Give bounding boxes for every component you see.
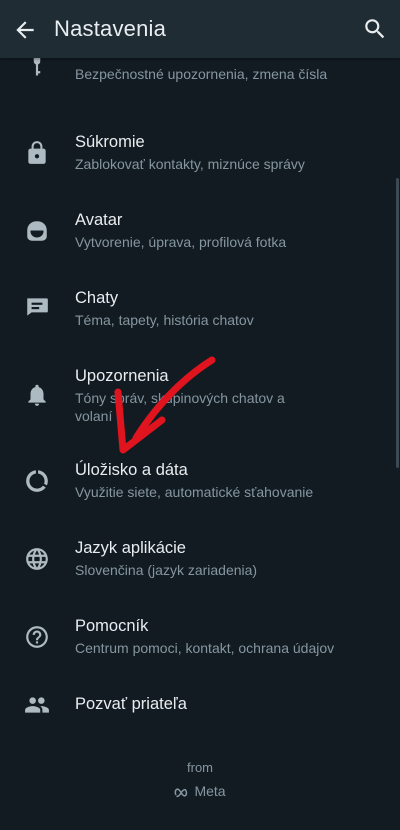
key-icon	[33, 56, 41, 76]
settings-item-subtitle: Centrum pomoci, kontakt, ochrana údajov	[75, 640, 335, 656]
meta-brand-text: Meta	[194, 783, 226, 799]
settings-item-subtitle: Vytvorenie, úprava, profilová fotka	[75, 234, 287, 250]
globe-icon	[26, 548, 48, 570]
settings-item-subtitle: Téma, tapety, história chatov	[75, 312, 254, 328]
meta-logo: Meta	[0, 783, 400, 799]
settings-item-chats[interactable]: Chaty Téma, tapety, história chatov	[0, 276, 400, 342]
footer-from-label: from	[187, 760, 213, 775]
scrollbar[interactable]	[396, 178, 399, 468]
data-usage-icon	[26, 470, 48, 492]
avatar-icon	[27, 221, 47, 241]
settings-item-title: Avatar	[75, 211, 123, 229]
lock-icon	[28, 141, 46, 164]
settings-item-title: Upozornenia	[75, 367, 169, 385]
settings-item-title: Jazyk aplikácie	[75, 539, 186, 557]
settings-item-subtitle: Zablokovať kontakty, miznúce správy	[75, 156, 305, 172]
settings-item-subtitle: Bezpečnostné upozornenia, zmena čísla	[75, 66, 328, 82]
settings-item-language[interactable]: Jazyk aplikácie Slovenčina (jazyk zariad…	[0, 526, 400, 592]
settings-item-title: Chaty	[75, 289, 119, 307]
settings-item-help[interactable]: Pomocník Centrum pomoci, kontakt, ochran…	[0, 604, 400, 670]
settings-item-storage[interactable]: Úložisko a dáta Využitie siete, automati…	[0, 448, 400, 514]
settings-item-invite[interactable]: Pozvať priateľa	[0, 682, 400, 728]
settings-item-title: Úložisko a dáta	[75, 461, 188, 479]
page-title: Nastavenia	[54, 16, 167, 41]
settings-item-title: Pozvať priateľa	[75, 695, 187, 713]
help-icon	[26, 626, 48, 648]
people-icon	[25, 697, 49, 713]
settings-item-privacy[interactable]: Súkromie Zablokovať kontakty, miznúce sp…	[0, 120, 400, 186]
chat-icon	[27, 298, 48, 316]
settings-item-title: Súkromie	[75, 133, 145, 151]
settings-item-title: Pomocník	[75, 617, 149, 635]
meta-infinity-icon	[175, 788, 188, 798]
app-bar: Nastavenia	[0, 0, 400, 58]
settings-item-notifications[interactable]: Upozornenia Tóny správ, skupinových chat…	[0, 354, 400, 432]
search-icon[interactable]	[362, 16, 388, 42]
settings-item-subtitle: Tóny správ, skupinových chatov a volaní	[75, 390, 285, 424]
settings-item-subtitle: Využitie siete, automatické sťahovanie	[75, 484, 314, 500]
settings-item-account[interactable]: Bezpečnostné upozornenia, zmena čísla	[0, 50, 400, 106]
bell-icon	[28, 384, 46, 406]
arrow-back-icon[interactable]	[12, 17, 38, 43]
settings-item-subtitle: Slovenčina (jazyk zariadenia)	[75, 562, 258, 578]
settings-item-avatar[interactable]: Avatar Vytvorenie, úprava, profilová fot…	[0, 198, 400, 264]
